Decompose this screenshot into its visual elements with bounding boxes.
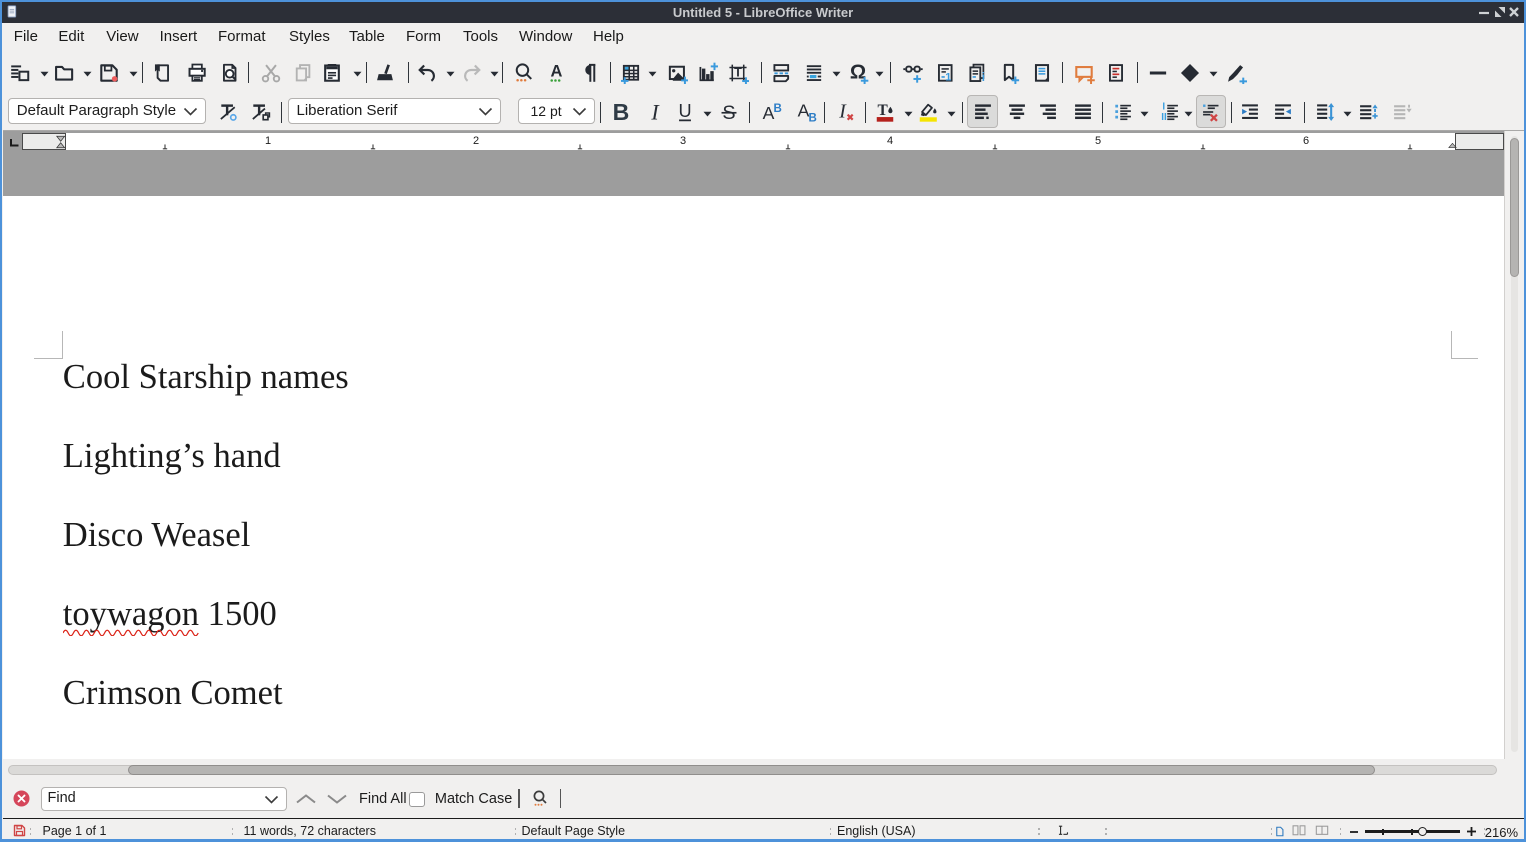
svg-text:1: 1 bbox=[945, 71, 951, 83]
svg-text:B: B bbox=[612, 101, 629, 123]
svg-text:B: B bbox=[774, 103, 782, 115]
svg-text:I: I bbox=[650, 101, 660, 123]
svg-text:B: B bbox=[809, 113, 817, 123]
svg-text:II: II bbox=[1161, 112, 1167, 123]
svg-text:A: A bbox=[550, 62, 562, 80]
svg-text:i: i bbox=[982, 72, 985, 84]
svg-text:U: U bbox=[678, 101, 691, 121]
svg-text:T: T bbox=[734, 65, 742, 79]
svg-text:I: I bbox=[1162, 101, 1165, 112]
svg-text:T: T bbox=[877, 102, 888, 119]
svg-text:I: I bbox=[838, 101, 847, 122]
